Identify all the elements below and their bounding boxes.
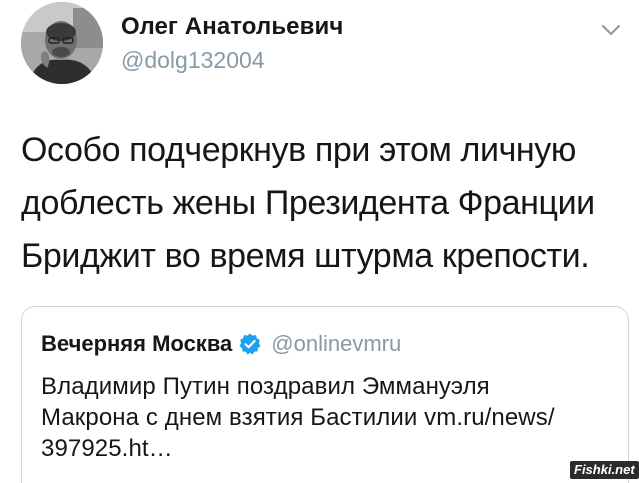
tweet-card: Олег Анатольевич @dolg132004 Особо подче… — [0, 0, 639, 483]
verified-badge-icon — [239, 333, 261, 355]
author-name[interactable]: Олег Анатольевич — [121, 13, 343, 41]
quoted-author-handle: @onlinevmru — [271, 331, 402, 356]
author-handle[interactable]: @dolg132004 — [121, 47, 265, 74]
author-avatar[interactable] — [21, 2, 103, 84]
quoted-tweet-card[interactable]: Вечерняя Москва @onlinevmru Владимир Пут… — [21, 306, 629, 483]
avatar-photo — [21, 2, 103, 84]
quoted-author-name: Вечерняя Москва — [41, 331, 233, 356]
tweet-text: Особо подчеркнув при этом личную доблест… — [21, 131, 595, 275]
chevron-down-icon[interactable] — [600, 22, 622, 38]
site-watermark: Fishki.net — [570, 461, 639, 479]
quoted-tweet-header: Вечерняя Москва @onlinevmru — [41, 331, 401, 357]
quoted-tweet-text: Владимир Путин поздравил Эммануэля Макро… — [41, 373, 555, 462]
